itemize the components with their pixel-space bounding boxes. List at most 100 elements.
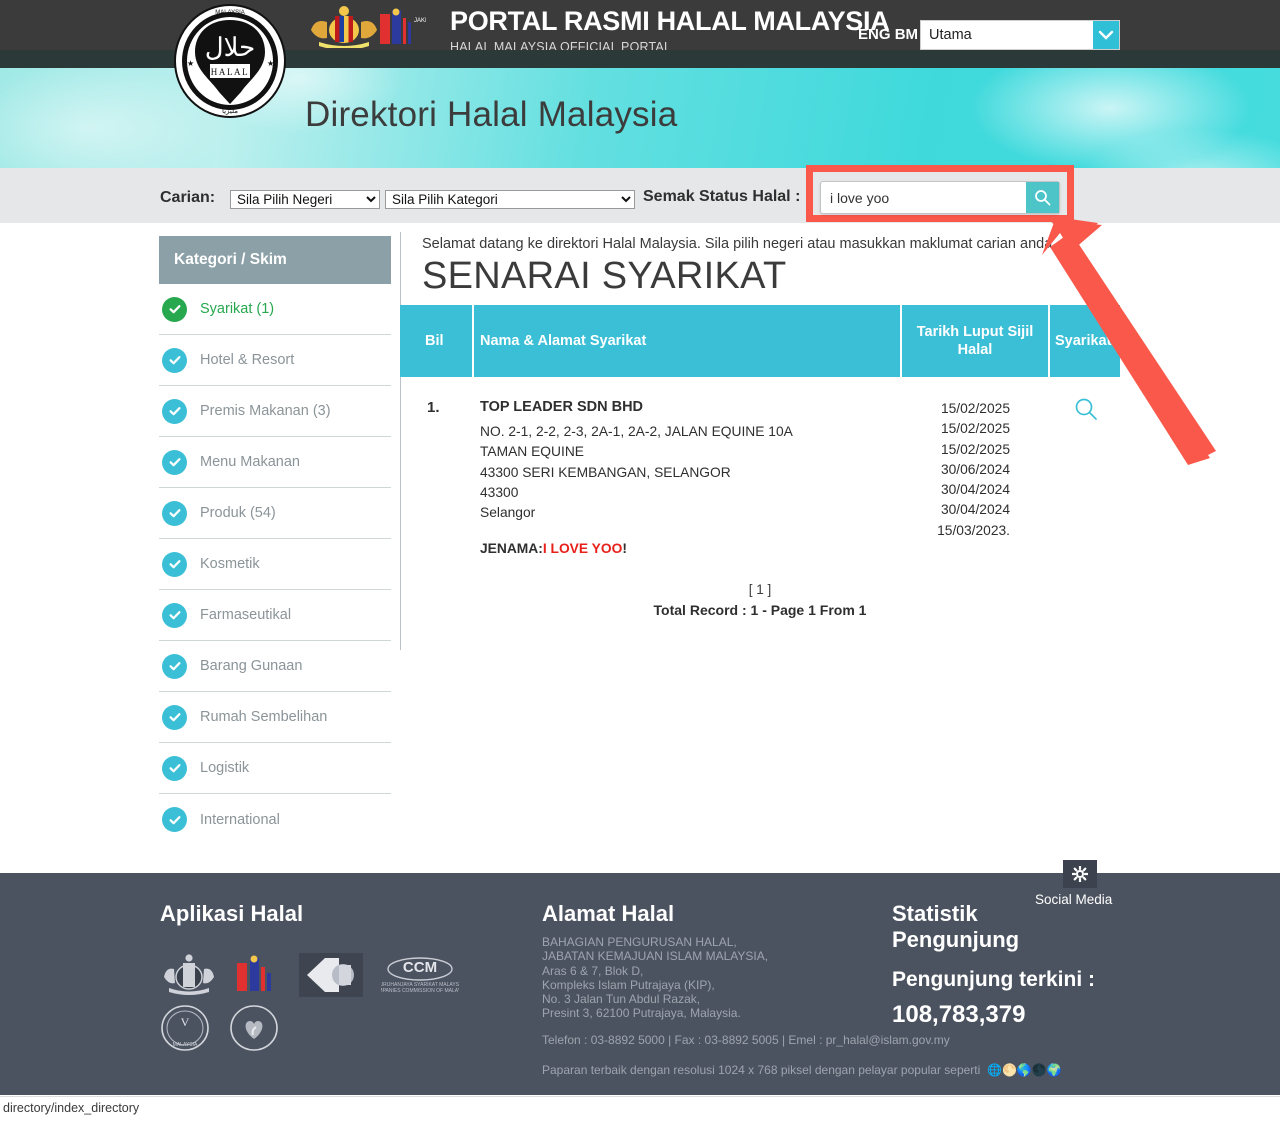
check-circle-icon [162, 347, 187, 373]
malaysia-coat-of-arms-icon[interactable] [160, 953, 218, 997]
svg-text:JAKIM: JAKIM [414, 18, 426, 24]
column-header-nama: Nama & Alamat Syarikat [480, 333, 647, 349]
check-circle-icon [162, 296, 187, 322]
sidebar-item-7[interactable]: Barang Gunaan [159, 641, 391, 692]
lang-eng[interactable]: ENG [858, 26, 891, 43]
column-header-tarikh: Tarikh Luput Sijil Halal [916, 324, 1034, 358]
svg-text:MALAYSIA: MALAYSIA [215, 10, 245, 16]
sidebar-item-6[interactable]: Farmaseutikal [159, 590, 391, 641]
sidebar-item-3[interactable]: Menu Makanan [159, 437, 391, 488]
jakim-logo-icon: JAKIM [380, 8, 426, 44]
svg-text:مليزيا: مليزيا [222, 107, 238, 115]
brand-value: I LOVE YOO [542, 541, 623, 556]
results-table-header: Bil Nama & Alamat Syarikat Tarikh Luput … [400, 305, 1120, 377]
sidebar-item-8[interactable]: Rumah Sembelihan [159, 692, 391, 743]
footer-resolution-note: Paparan terbaik dengan resolusi 1024 x 7… [542, 1063, 1062, 1077]
check-circle-icon [162, 704, 187, 730]
total-record-label: Total Record : 1 - Page 1 From 1 [653, 602, 867, 618]
sidebar-item-9[interactable]: Logistik [159, 743, 391, 794]
firefox-icon: 🌕 [1001, 1063, 1017, 1077]
column-header-syarikat: Syarikat [1055, 333, 1112, 349]
page-links[interactable]: [ 1 ] [749, 582, 772, 597]
visitor-count: 108,783,379 [892, 1001, 1026, 1028]
gear-icon [1072, 866, 1088, 882]
sidebar-item-label: Menu Makanan [200, 454, 300, 470]
company-address: NO. 2-1, 2-2, 2-3, 2A-1, 2A-2, JALAN EQU… [480, 424, 793, 521]
state-select[interactable]: Sila Pilih Negeri [230, 190, 380, 209]
check-circle-icon [162, 551, 187, 577]
social-media-toggle[interactable] [1063, 860, 1097, 888]
svg-text:MALAYSIA: MALAYSIA [173, 1042, 198, 1048]
welcome-text: Selamat datang ke direktori Halal Malays… [422, 236, 1057, 252]
opera-icon: 🌑 [1031, 1063, 1047, 1077]
sidebar-item-10[interactable]: International [159, 794, 391, 845]
header-separator [1048, 305, 1050, 377]
language-switcher[interactable]: ENG BM [858, 26, 918, 43]
certificate-expiry-dates: 15/02/2025 15/02/2025 15/02/2025 30/06/2024… [937, 401, 1010, 538]
sidebar-item-5[interactable]: Kosmetik [159, 539, 391, 590]
semak-status-label: Semak Status Halal : [643, 188, 801, 205]
sidebar-item-1[interactable]: Hotel & Resort [159, 335, 391, 386]
footer-address: BAHAGIAN PENGURUSAN HALAL, JABATAN KEMAJU… [542, 935, 769, 1021]
svg-text:HALAL: HALAL [211, 67, 250, 77]
veterinary-inspected-icon[interactable]: V MALAYSIA [160, 1005, 210, 1051]
visitor-label: Pengunjung terkini : [892, 968, 1095, 991]
footer-heading-aplikasi: Aplikasi Halal [160, 901, 304, 926]
footer-contact: Telefon : 03-8892 5000 | Fax : 03-8892 5… [542, 1033, 950, 1047]
sidebar-item-4[interactable]: Produk (54) [159, 488, 391, 539]
svg-text:★: ★ [187, 59, 194, 68]
svg-text:CCM: CCM [403, 959, 437, 976]
column-header-bil: Bil [425, 333, 444, 349]
sidebar-item-label: Farmaseutikal [200, 607, 292, 623]
check-circle-icon [162, 500, 187, 526]
footer-heading-alamat: Alamat Halal [542, 901, 675, 926]
category-sidebar: Kategori / Skim Syarikat (1) Hotel & Reso… [159, 236, 391, 845]
check-circle-icon [162, 807, 187, 832]
check-circle-icon [162, 653, 187, 679]
food-safety-icon[interactable] [229, 1005, 279, 1051]
sidebar-item-0[interactable]: Syarikat (1) [159, 284, 391, 335]
browser-icons: 🌐🌕🌎🌑🌍 [984, 1063, 1062, 1077]
header-separator [900, 305, 902, 377]
sidebar-item-label: Kosmetik [200, 556, 260, 572]
malaysia-coat-of-arms-icon [311, 6, 377, 48]
chrome-icon: 🌐 [987, 1063, 1002, 1077]
brand-suffix: ! [622, 541, 627, 556]
header-separator [472, 305, 474, 377]
footer-heading-statistik: Statistik Pengunjung [892, 901, 1020, 952]
mygov-logo-icon[interactable] [298, 953, 363, 997]
ssm-logo-icon[interactable]: CCM SURUHANJAYA SYARIKAT MALAYSIA COMPAN… [371, 953, 470, 997]
svg-text:حلال: حلال [205, 33, 255, 62]
edge-icon: 🌎 [1016, 1063, 1032, 1077]
nav-select-value: Utama [929, 27, 972, 43]
svg-text:V: V [181, 1015, 190, 1029]
check-circle-icon [162, 398, 187, 424]
search-submit-button[interactable] [1026, 182, 1059, 213]
resolution-text: Paparan terbaik dengan resolusi 1024 x 7… [542, 1063, 981, 1077]
category-select[interactable]: Sila Pilih Kategori [385, 190, 635, 209]
status-url: directory/index_directory [3, 1101, 140, 1115]
carian-label: Carian: [160, 189, 216, 206]
jakim-logo-icon[interactable] [234, 953, 280, 997]
halal-malaysia-logo-icon: حلال HALAL MALAYSIA مليزيا ★ ★ [174, 4, 286, 118]
sidebar-item-label: Produk (54) [200, 505, 276, 521]
social-media-label: Social Media [1035, 892, 1113, 907]
lang-bm[interactable]: BM [895, 26, 918, 43]
footer-app-logos-row-2: V MALAYSIA [160, 1005, 279, 1051]
check-circle-icon [162, 449, 187, 475]
svg-text:★: ★ [267, 59, 274, 68]
nav-select[interactable]: Utama [920, 20, 1120, 50]
sidebar-item-label: Barang Gunaan [200, 658, 303, 674]
portal-title: PORTAL RASMI HALAL MALAYSIA [450, 6, 890, 36]
search-input[interactable] [821, 182, 1027, 213]
chevron-down-icon[interactable] [1093, 21, 1119, 49]
row-search-icon[interactable] [1073, 396, 1099, 422]
brand-line: JENAMA:I LOVE YOO! [480, 541, 627, 556]
sidebar-item-label: Logistik [200, 760, 250, 776]
sidebar-item-label: Hotel & Resort [200, 352, 295, 368]
halal-status-search[interactable] [820, 181, 1060, 214]
brand-label: JENAMA: [480, 541, 543, 556]
page-heading: Direktori Halal Malaysia [305, 95, 678, 134]
pagination[interactable]: [ 1 ] Total Record : 1 - Page 1 From 1 [400, 582, 1120, 618]
sidebar-item-2[interactable]: Premis Makanan (3) [159, 386, 391, 437]
